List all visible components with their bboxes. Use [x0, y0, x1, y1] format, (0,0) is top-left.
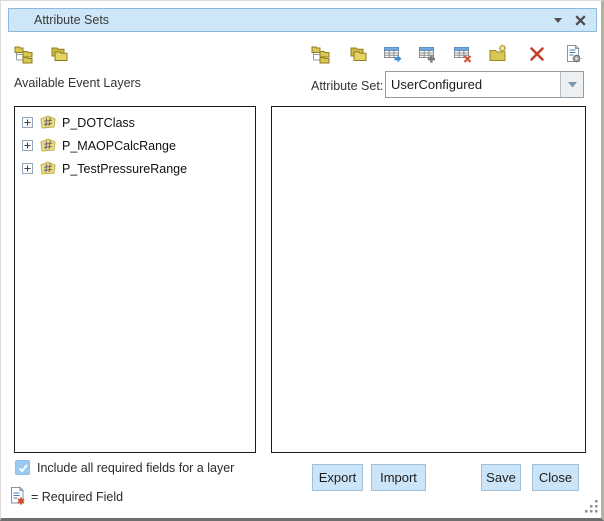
table-remove-icon[interactable]: [452, 43, 474, 65]
layer-name[interactable]: P_MAOPCalcRange: [62, 139, 176, 153]
delete-x-icon[interactable]: [526, 43, 548, 65]
attribute-set-list[interactable]: [271, 106, 586, 453]
save-button[interactable]: Save: [481, 464, 521, 491]
event-layer-icon: [39, 137, 57, 155]
folders-icon[interactable]: [48, 43, 70, 65]
required-field-icon: [10, 486, 26, 506]
attribute-sets-dialog: Attribute Sets: [0, 0, 604, 521]
available-event-layers-heading: Available Event Layers: [14, 76, 141, 90]
import-button[interactable]: Import: [371, 464, 426, 491]
chevron-down-icon: [568, 82, 577, 88]
table-export-icon[interactable]: [382, 43, 404, 65]
folder-tree-icon[interactable]: [13, 43, 35, 65]
attribute-set-combobox[interactable]: UserConfigured: [385, 71, 584, 98]
attribute-set-value: UserConfigured: [386, 72, 560, 97]
export-button[interactable]: Export: [312, 464, 363, 491]
tree-row[interactable]: P_MAOPCalcRange: [15, 134, 255, 157]
include-required-fields-label: Include all required fields for a layer: [37, 461, 234, 475]
chevron-down-icon[interactable]: [548, 9, 568, 31]
combo-dropdown-button[interactable]: [560, 72, 583, 97]
layer-name[interactable]: P_TestPressureRange: [62, 162, 187, 176]
expand-plus-icon[interactable]: [22, 140, 33, 151]
resize-grip[interactable]: [584, 499, 599, 514]
close-icon[interactable]: [570, 9, 590, 31]
tree-row[interactable]: P_DOTClass: [15, 111, 255, 134]
table-add-icon[interactable]: [417, 43, 439, 65]
event-layer-icon: [39, 114, 57, 132]
expand-plus-icon[interactable]: [22, 163, 33, 174]
tree-row[interactable]: P_TestPressureRange: [15, 157, 255, 180]
available-layers-list[interactable]: P_DOTClass P_MAOPCalcRange P_TestPressur: [14, 106, 256, 453]
document-settings-icon[interactable]: [562, 43, 584, 65]
folder-new-icon[interactable]: [487, 43, 509, 65]
attribute-set-heading: Attribute Set:: [311, 79, 383, 93]
titlebar: Attribute Sets: [8, 8, 597, 32]
folder-tree-icon[interactable]: [310, 43, 332, 65]
dialog-title: Attribute Sets: [9, 13, 109, 27]
include-required-fields-checkbox[interactable]: [15, 460, 30, 475]
expand-plus-icon[interactable]: [22, 117, 33, 128]
checkmark-icon: [17, 462, 29, 474]
event-layer-icon: [39, 160, 57, 178]
required-field-legend: = Required Field: [31, 490, 123, 504]
layer-name[interactable]: P_DOTClass: [62, 116, 135, 130]
folders-icon[interactable]: [347, 43, 369, 65]
close-button[interactable]: Close: [532, 464, 579, 491]
